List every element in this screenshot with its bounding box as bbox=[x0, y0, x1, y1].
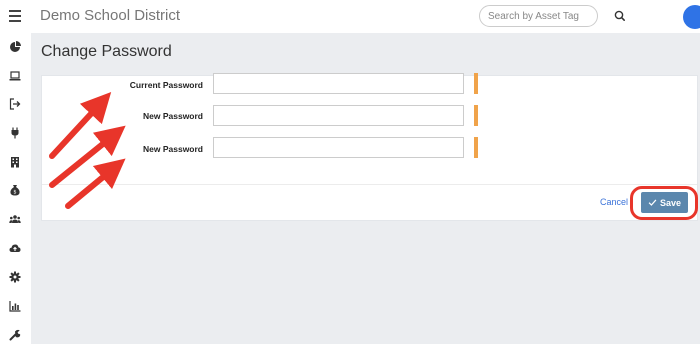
form-divider bbox=[42, 184, 697, 185]
gear-icon[interactable] bbox=[8, 270, 22, 284]
sign-out-icon[interactable] bbox=[8, 97, 22, 111]
current-password-label: Current Password bbox=[129, 80, 203, 90]
money-bag-icon[interactable]: $ bbox=[8, 183, 22, 197]
user-avatar[interactable] bbox=[683, 5, 700, 29]
svg-text:$: $ bbox=[13, 190, 16, 196]
confirm-password-label: New Password bbox=[143, 144, 203, 154]
cancel-link[interactable]: Cancel bbox=[600, 197, 628, 207]
new-password-field[interactable] bbox=[213, 105, 464, 126]
new-password-label: New Password bbox=[143, 111, 203, 121]
cloud-upload-icon[interactable] bbox=[8, 241, 22, 255]
page-title: Change Password bbox=[41, 43, 172, 60]
plug-icon[interactable] bbox=[8, 126, 22, 140]
laptop-icon[interactable] bbox=[8, 69, 22, 83]
pie-chart-icon[interactable] bbox=[8, 40, 22, 54]
save-highlight-circle bbox=[630, 186, 698, 220]
wrench-icon[interactable] bbox=[8, 328, 22, 342]
top-bar: Demo School District bbox=[0, 0, 700, 33]
hamburger-menu-icon[interactable] bbox=[9, 8, 21, 24]
search-icon[interactable] bbox=[612, 8, 628, 24]
current-password-field[interactable] bbox=[213, 73, 464, 94]
asset-tag-search-input[interactable] bbox=[479, 5, 598, 27]
required-indicator bbox=[474, 105, 478, 126]
sidebar-nav: $ bbox=[0, 33, 31, 344]
required-indicator bbox=[474, 73, 478, 94]
users-icon[interactable] bbox=[8, 212, 22, 226]
app-title[interactable]: Demo School District bbox=[40, 7, 180, 24]
required-indicator bbox=[474, 137, 478, 158]
building-icon[interactable] bbox=[8, 155, 22, 169]
bar-chart-icon[interactable] bbox=[8, 299, 22, 313]
confirm-password-field[interactable] bbox=[213, 137, 464, 158]
main-content: Change Password Current Password New Pas… bbox=[31, 33, 700, 344]
